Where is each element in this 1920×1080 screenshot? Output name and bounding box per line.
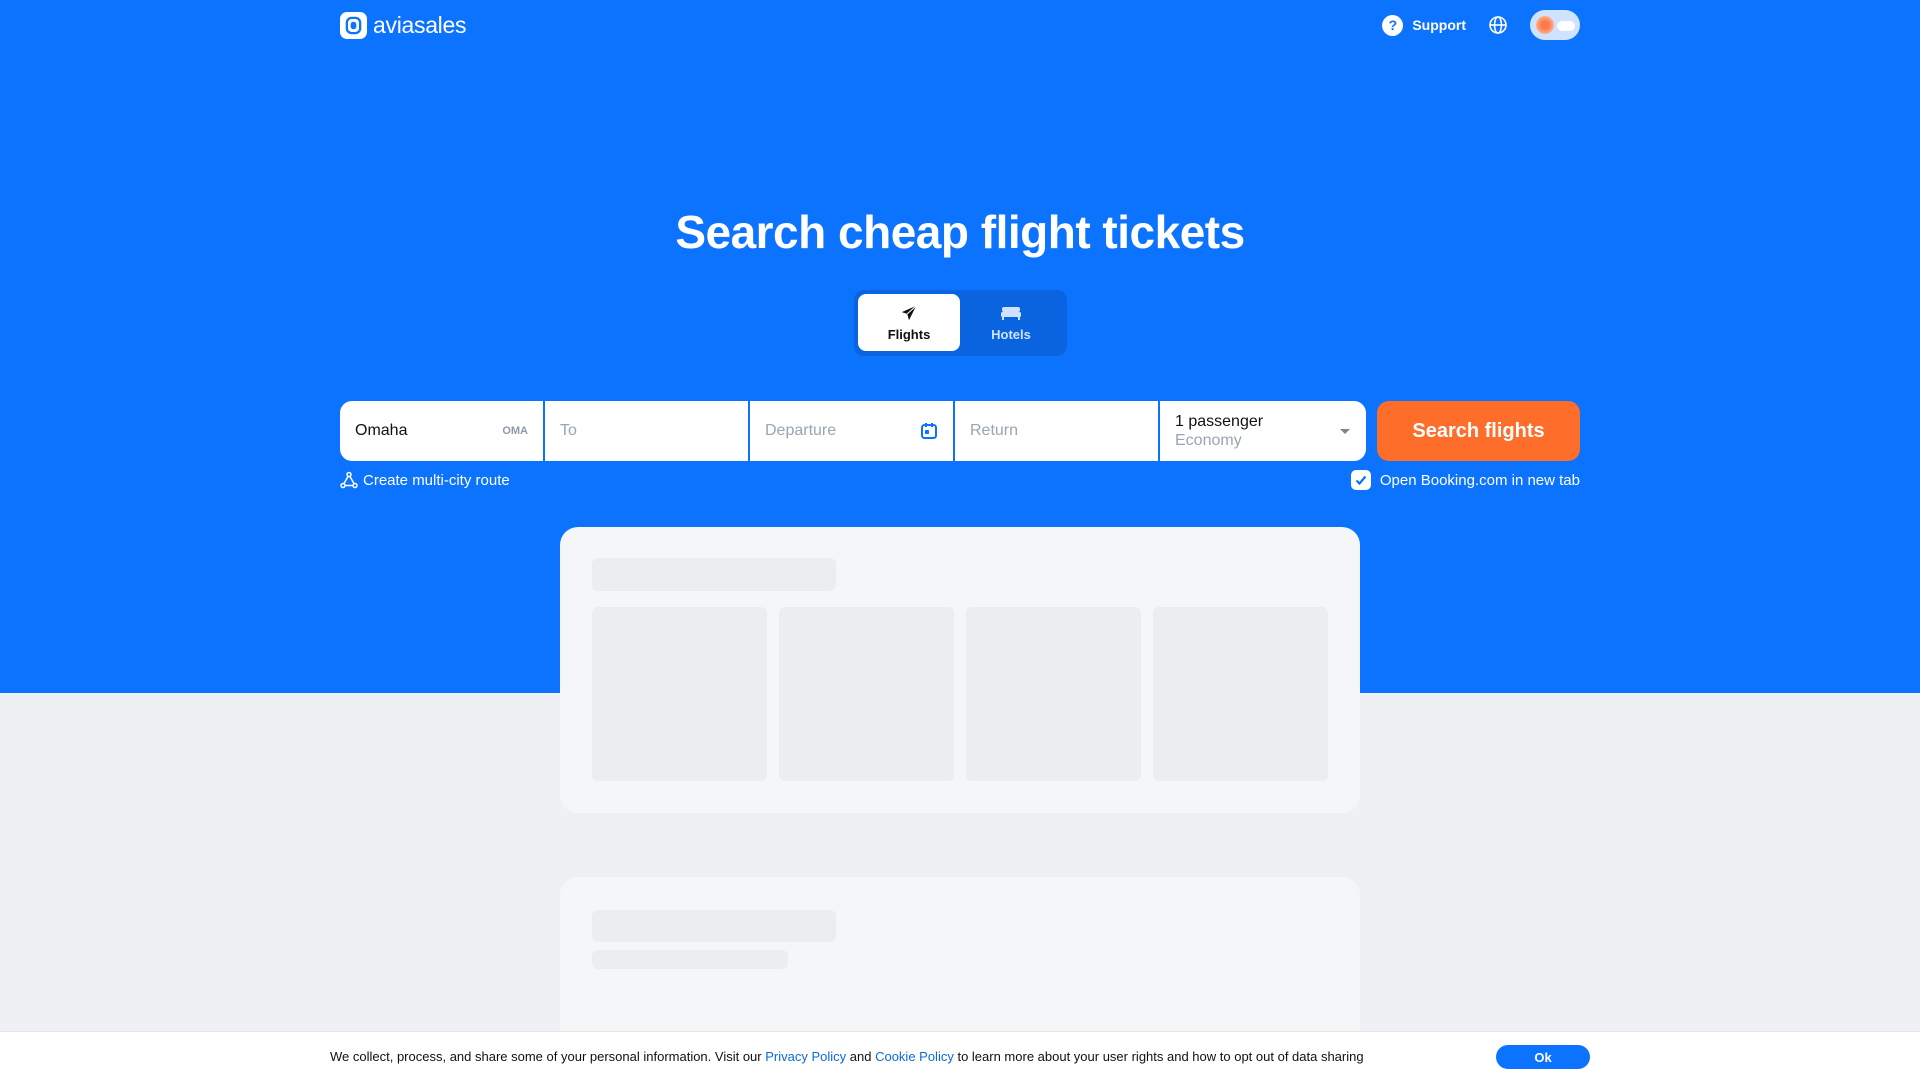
booking-new-tab-label: Open Booking.com in new tab bbox=[1379, 471, 1580, 489]
skeleton-title bbox=[592, 558, 836, 591]
destination-field[interactable]: To bbox=[545, 401, 748, 461]
cabin-class: Economy bbox=[1175, 432, 1242, 449]
origin-field[interactable]: Omaha OMA bbox=[340, 401, 543, 461]
header-actions: ? Support bbox=[1382, 10, 1580, 40]
origin-iata: OMA bbox=[502, 425, 528, 437]
tab-hotels-label: Hotels bbox=[991, 326, 1031, 342]
cookie-banner: We collect, process, and share some of y… bbox=[0, 1031, 1920, 1080]
return-placeholder: Return bbox=[970, 422, 1019, 439]
support-label: Support bbox=[1412, 17, 1466, 33]
privacy-policy-link[interactable]: Privacy Policy bbox=[765, 1049, 846, 1064]
cookie-policy-link[interactable]: Cookie Policy bbox=[875, 1049, 954, 1064]
tab-hotels[interactable]: Hotels bbox=[960, 294, 1062, 351]
passengers-field[interactable]: 1 passenger Economy bbox=[1160, 401, 1366, 461]
skeleton-subtitle bbox=[592, 950, 788, 969]
return-date-field[interactable]: Return bbox=[955, 401, 1158, 461]
departure-placeholder: Departure bbox=[765, 422, 837, 439]
checkmark-icon bbox=[1355, 475, 1367, 486]
cookie-message: We collect, process, and share some of y… bbox=[330, 1049, 1364, 1064]
chevron-down-icon bbox=[1340, 429, 1350, 434]
header: aviasales ? Support bbox=[340, 8, 1580, 42]
globe-icon[interactable] bbox=[1488, 15, 1508, 35]
cookie-text-and: and bbox=[846, 1049, 876, 1064]
passengers-count: 1 passenger bbox=[1175, 413, 1264, 430]
calendar-icon[interactable] bbox=[920, 422, 938, 440]
loading-skeleton-card bbox=[560, 527, 1360, 813]
search-type-tabs: Flights Hotels bbox=[854, 290, 1067, 356]
tab-flights[interactable]: Flights bbox=[858, 294, 960, 351]
cookie-ok-button[interactable]: Ok bbox=[1496, 1045, 1590, 1069]
cookie-text-after: to learn more about your user rights and… bbox=[953, 1049, 1364, 1064]
cookie-text-before: We collect, process, and share some of y… bbox=[330, 1049, 766, 1064]
flight-search-form: Omaha OMA To Departure Return 1 passenge… bbox=[340, 401, 1580, 461]
search-fields: Omaha OMA To Departure Return 1 passenge… bbox=[340, 401, 1366, 461]
theme-toggle[interactable] bbox=[1530, 10, 1580, 40]
search-flights-button[interactable]: Search flights bbox=[1377, 401, 1580, 461]
booking-new-tab-option[interactable]: Open Booking.com in new tab bbox=[1350, 470, 1580, 490]
departure-date-field[interactable]: Departure bbox=[750, 401, 953, 461]
logo[interactable]: aviasales bbox=[340, 11, 467, 39]
bed-icon bbox=[1001, 306, 1021, 320]
skeleton-tile bbox=[592, 607, 767, 781]
multi-city-label: Create multi-city route bbox=[363, 471, 510, 489]
support-link[interactable]: ? Support bbox=[1382, 14, 1466, 36]
skeleton-title bbox=[592, 910, 836, 942]
question-icon: ? bbox=[1382, 14, 1404, 36]
skeleton-tile bbox=[779, 607, 954, 781]
sun-icon bbox=[1536, 16, 1554, 34]
aviasales-logo-icon bbox=[340, 11, 367, 39]
multi-city-link[interactable]: Create multi-city route bbox=[340, 471, 510, 489]
plane-icon bbox=[901, 304, 917, 320]
tab-flights-label: Flights bbox=[887, 326, 931, 342]
destination-placeholder: To bbox=[560, 422, 577, 439]
route-icon bbox=[340, 471, 358, 489]
logo-text: aviasales bbox=[373, 11, 467, 38]
page-title: Search cheap flight tickets bbox=[675, 206, 1245, 258]
booking-checkbox[interactable] bbox=[1350, 470, 1371, 490]
cloud-icon bbox=[1557, 21, 1575, 31]
origin-value: Omaha bbox=[355, 422, 408, 439]
skeleton-tile bbox=[966, 607, 1141, 781]
skeleton-tile bbox=[1153, 607, 1328, 781]
